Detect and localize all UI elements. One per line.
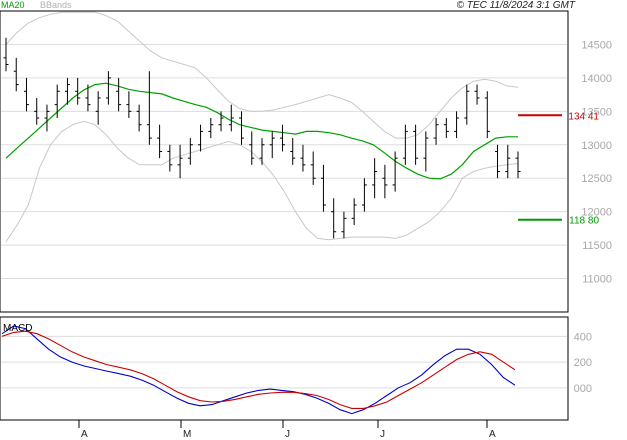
price-tick-label: 14500 (581, 39, 612, 51)
month-label: A (81, 429, 88, 440)
macd-tick-label: 200 (574, 357, 592, 369)
macd-tick-label: 400 (574, 331, 592, 343)
price-panel (0, 10, 569, 313)
legend-bbands: BBands (40, 0, 72, 10)
copyright-text: © TEC 11/8/2024 3:1 GMT (457, 0, 576, 11)
price-tick-label: 13500 (581, 106, 612, 118)
price-tick-label: 12000 (581, 207, 612, 219)
month-label: M (183, 429, 191, 440)
stock-chart: 134 41118 80 110001150012000125001300013… (0, 0, 612, 440)
price-tick-label: 14000 (581, 73, 612, 85)
month-label: A (489, 429, 496, 440)
price-tick-label: 11000 (582, 274, 612, 286)
legend-ma20: MA20 (1, 0, 25, 10)
macd-axis: 400 200 000 (574, 331, 592, 395)
macd-tick-label: 000 (574, 383, 592, 395)
price-tick-label: 11500 (582, 240, 612, 252)
macd-title: MACD (3, 323, 32, 334)
month-axis: AMJJA (78, 420, 496, 440)
month-label: J (380, 429, 385, 440)
price-axis: 11000 11500 12000 12500 13000 13500 14000 14500 (581, 39, 612, 285)
price-tick-label: 12500 (581, 173, 612, 185)
price-tick-label: 13000 (581, 140, 612, 152)
month-label: J (285, 429, 290, 440)
macd-panel (0, 316, 569, 421)
